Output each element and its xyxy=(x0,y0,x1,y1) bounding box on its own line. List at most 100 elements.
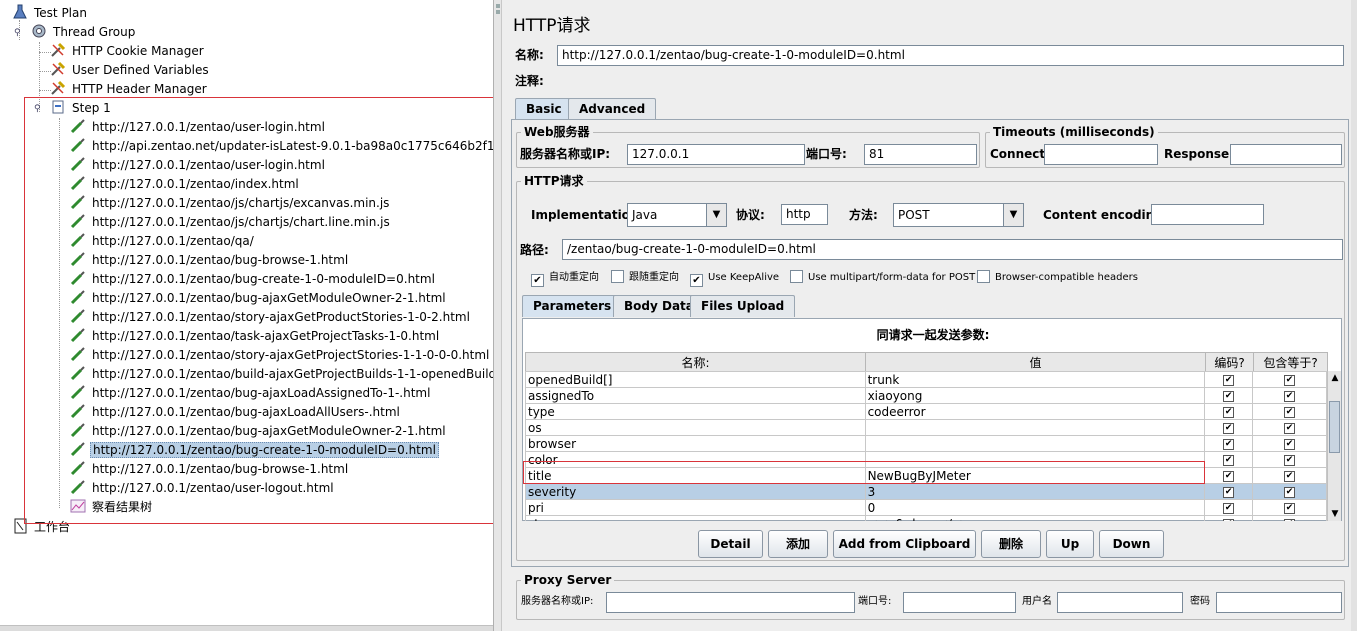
param-value-cell[interactable]: trunk xyxy=(864,371,1206,388)
include-equals-checkbox-cell[interactable]: ✔ xyxy=(1252,499,1327,516)
checkbox[interactable]: ✔ xyxy=(1284,470,1296,482)
tree-node-http-request[interactable]: http://127.0.0.1/zentao/user-login.html xyxy=(70,156,327,175)
option-checkbox[interactable]: 跟随重定向 xyxy=(611,270,679,286)
param-value-cell[interactable]: xiaoyong xyxy=(864,387,1206,404)
param-name-cell[interactable]: color xyxy=(525,451,866,468)
tree-node-http-request[interactable]: http://127.0.0.1/zentao/user-login.html xyxy=(70,118,327,137)
param-name-cell[interactable]: browser xyxy=(525,435,866,452)
option-checkbox[interactable]: Use multipart/form-data for POST xyxy=(790,270,975,286)
option-checkbox[interactable]: ✔ Use KeepAlive xyxy=(690,270,779,287)
add-button[interactable]: 添加 xyxy=(768,530,828,558)
param-value-cell[interactable]: <p>&nbsp;</p> xyxy=(864,515,1206,521)
param-value-cell[interactable]: 3 xyxy=(864,483,1206,500)
splitter-grip[interactable] xyxy=(496,4,500,8)
option-checkbox[interactable]: ✔ 自动重定向 xyxy=(531,270,599,287)
param-value-cell[interactable]: codeerror xyxy=(864,403,1206,420)
param-value-cell[interactable]: NewBugByJMeter xyxy=(864,467,1206,484)
table-row[interactable]: title NewBugByJMeter ✔ ✔ xyxy=(525,467,1327,484)
encode-checkbox-cell[interactable]: ✔ xyxy=(1204,499,1254,516)
tree-node-config[interactable]: HTTP Header Manager xyxy=(50,80,209,99)
tree-node-http-request[interactable]: http://127.0.0.1/zentao/bug-ajaxLoadAssi… xyxy=(70,384,432,403)
column-header-name[interactable]: 名称: xyxy=(525,352,866,372)
include-equals-checkbox-cell[interactable]: ✔ xyxy=(1252,387,1327,404)
param-name-cell[interactable]: assignedTo xyxy=(525,387,866,404)
column-header-include-equals[interactable]: 包含等于? xyxy=(1253,352,1328,372)
implementation-select[interactable]: Java ▼ xyxy=(627,203,727,227)
proxy-server-field[interactable] xyxy=(606,592,855,613)
encode-checkbox-cell[interactable]: ✔ xyxy=(1204,403,1254,420)
include-equals-checkbox-cell[interactable]: ✔ xyxy=(1252,451,1327,468)
tree-node-test-plan[interactable]: Test Plan xyxy=(12,4,89,23)
column-header-value[interactable]: 值 xyxy=(865,352,1206,372)
param-name-cell[interactable]: openedBuild[] xyxy=(525,371,866,388)
parameters-scrollbar[interactable]: ▲ ▼ xyxy=(1327,371,1341,521)
tree-node-thread-group[interactable]: Thread Group xyxy=(31,23,137,42)
tree-horizontal-scrollbar[interactable] xyxy=(0,625,493,631)
collapse-toggle[interactable]: ⚲ xyxy=(14,29,23,38)
table-row[interactable]: openedBuild[] trunk ✔ ✔ xyxy=(525,371,1327,388)
checkbox[interactable]: ✔ xyxy=(1223,422,1235,434)
table-row[interactable]: os ✔ ✔ xyxy=(525,419,1327,436)
tree-node-http-request[interactable]: http://127.0.0.1/zentao/bug-create-1-0-m… xyxy=(70,441,439,460)
include-equals-checkbox-cell[interactable]: ✔ xyxy=(1252,515,1327,521)
checkbox[interactable]: ✔ xyxy=(1284,486,1296,498)
add-from-clipboard-button[interactable]: Add from Clipboard xyxy=(833,530,976,558)
protocol-field[interactable]: http xyxy=(781,204,828,225)
tab-parameters[interactable]: Parameters xyxy=(522,295,623,317)
detail-button[interactable]: Detail xyxy=(698,530,763,558)
checkbox[interactable]: ✔ xyxy=(690,274,703,287)
tree-node-http-request[interactable]: http://127.0.0.1/zentao/bug-browse-1.htm… xyxy=(70,460,350,479)
table-row[interactable]: pri 0 ✔ ✔ xyxy=(525,499,1327,516)
checkbox[interactable]: ✔ xyxy=(1284,518,1296,521)
scroll-down-icon[interactable]: ▼ xyxy=(1328,507,1342,521)
checkbox[interactable]: ✔ xyxy=(1284,406,1296,418)
include-equals-checkbox-cell[interactable]: ✔ xyxy=(1252,483,1327,500)
checkbox[interactable]: ✔ xyxy=(1223,374,1235,386)
checkbox[interactable] xyxy=(611,270,624,283)
checkbox[interactable]: ✔ xyxy=(1284,374,1296,386)
table-row[interactable]: type codeerror ✔ ✔ xyxy=(525,403,1327,420)
tree-node-http-request[interactable]: http://api.zentao.net/updater-isLatest-9… xyxy=(70,137,493,156)
method-select[interactable]: POST ▼ xyxy=(893,203,1024,227)
path-field[interactable]: /zentao/bug-create-1-0-moduleID=0.html xyxy=(562,239,1343,260)
collapse-toggle[interactable]: ⚲ xyxy=(34,105,43,114)
option-checkbox[interactable]: Browser-compatible headers xyxy=(977,270,1138,286)
down-button[interactable]: Down xyxy=(1099,530,1164,558)
tree-node-http-request[interactable]: http://127.0.0.1/zentao/build-ajaxGetPro… xyxy=(70,365,493,384)
content-encoding-field[interactable] xyxy=(1151,204,1264,225)
param-name-cell[interactable]: pri xyxy=(525,499,866,516)
panel-scrollbar[interactable] xyxy=(1351,0,1357,631)
table-row[interactable]: severity 3 ✔ ✔ xyxy=(525,483,1327,500)
param-name-cell[interactable]: severity xyxy=(525,483,866,500)
checkbox[interactable]: ✔ xyxy=(1284,454,1296,466)
checkbox[interactable] xyxy=(977,270,990,283)
checkbox[interactable]: ✔ xyxy=(1223,406,1235,418)
checkbox[interactable]: ✔ xyxy=(1284,502,1296,514)
server-field[interactable]: 127.0.0.1 xyxy=(627,144,805,165)
tree-node-step[interactable]: Step 1 xyxy=(50,99,113,118)
scroll-up-icon[interactable]: ▲ xyxy=(1328,371,1342,385)
tree-node-listener[interactable]: 察看结果树 xyxy=(70,498,154,517)
param-value-cell[interactable] xyxy=(864,451,1206,468)
up-button[interactable]: Up xyxy=(1046,530,1094,558)
param-name-cell[interactable]: type xyxy=(525,403,866,420)
chevron-down-icon[interactable]: ▼ xyxy=(706,204,726,226)
pane-splitter[interactable] xyxy=(494,0,502,631)
include-equals-checkbox-cell[interactable]: ✔ xyxy=(1252,467,1327,484)
checkbox[interactable]: ✔ xyxy=(1223,438,1235,450)
tree-node-http-request[interactable]: http://127.0.0.1/zentao/bug-ajaxGetModul… xyxy=(70,289,448,308)
encode-checkbox-cell[interactable]: ✔ xyxy=(1204,419,1254,436)
checkbox[interactable]: ✔ xyxy=(1223,518,1235,521)
column-header-encode[interactable]: 编码? xyxy=(1205,352,1254,372)
parameters-table-body[interactable]: openedBuild[] trunk ✔ ✔ assignedTo xiaoyong ✔ ✔… xyxy=(525,371,1327,521)
checkbox[interactable]: ✔ xyxy=(1223,390,1235,402)
tree-node-http-request[interactable]: http://127.0.0.1/zentao/bug-create-1-0-m… xyxy=(70,270,437,289)
tree-node-http-request[interactable]: http://127.0.0.1/zentao/bug-ajaxLoadAllU… xyxy=(70,403,402,422)
response-field[interactable] xyxy=(1230,144,1342,165)
name-field[interactable]: http://127.0.0.1/zentao/bug-create-1-0-m… xyxy=(557,45,1344,66)
scroll-thumb[interactable] xyxy=(1329,401,1340,453)
param-value-cell[interactable]: 0 xyxy=(864,499,1206,516)
table-row[interactable]: assignedTo xiaoyong ✔ ✔ xyxy=(525,387,1327,404)
tree-node-http-request[interactable]: http://127.0.0.1/zentao/task-ajaxGetProj… xyxy=(70,327,441,346)
checkbox[interactable]: ✔ xyxy=(1284,390,1296,402)
